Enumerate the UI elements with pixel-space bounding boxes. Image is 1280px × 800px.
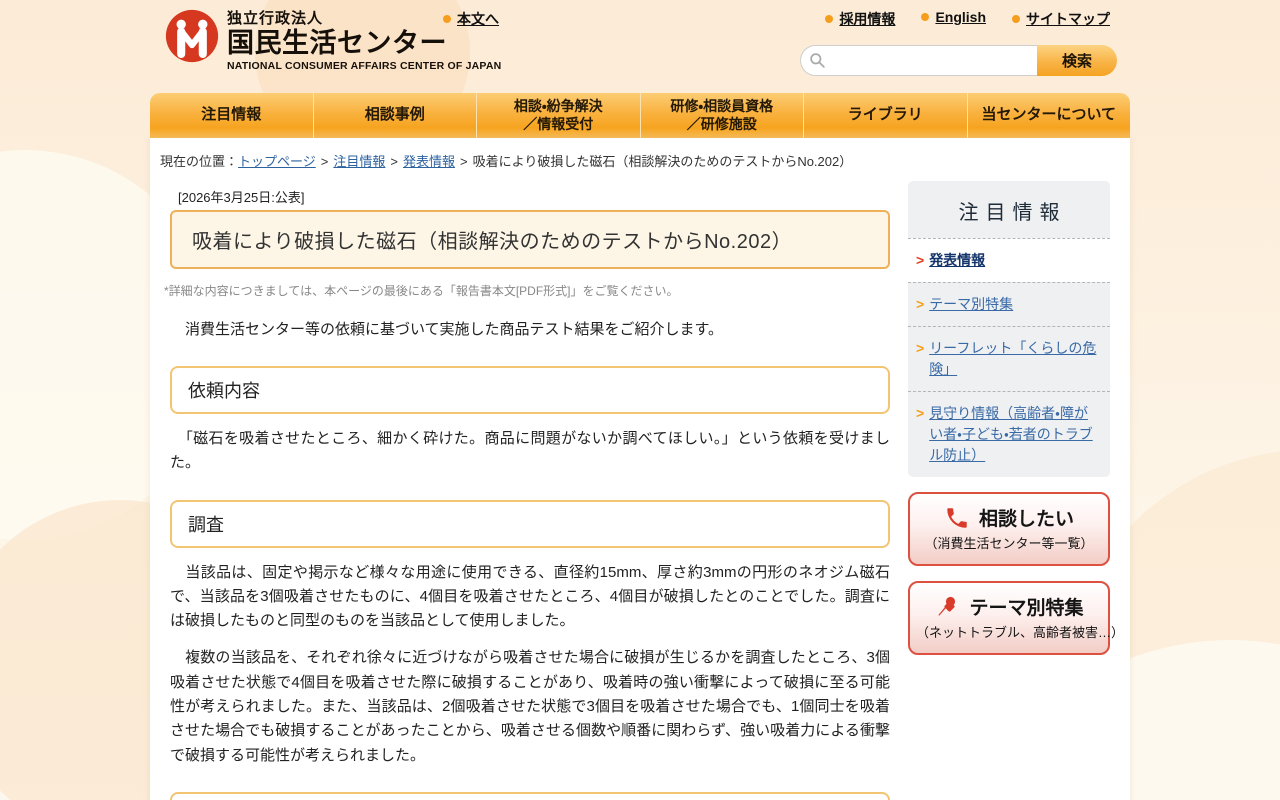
breadcrumb: 現在の位置：トップページ > 注目情報 > 発表情報 > 吸着により破損した磁石（相談解決の… bbox=[160, 154, 853, 169]
pdf-note: *詳細な内容につきましては、本ページの最後にある「報告書本文[PDF形式]」をご… bbox=[164, 284, 679, 298]
nav-item-dispute-resolution[interactable]: 相談・紛争解決 ／情報受付 bbox=[476, 93, 640, 138]
site-header: 独立行政法人 国民生活センター NATIONAL CONSUMER AFFAIR… bbox=[150, 0, 1130, 93]
section-heading-advice: 消費者へのアドバイス bbox=[170, 791, 890, 800]
sidebar-item-announcements[interactable]: > 発表情報 bbox=[908, 238, 1110, 282]
theme-feature-banner[interactable]: テーマ別特集 （ネットトラブル、高齢者被害…） bbox=[908, 581, 1125, 655]
publication-date: [2026年3月25日:公表] bbox=[178, 190, 305, 205]
page-title: 吸着により破損した磁石（相談解決のためのテストからNo.202） bbox=[170, 210, 890, 269]
sidebar-link: リーフレット「くらしの危険」 bbox=[929, 340, 1097, 377]
site-container: 独立行政法人 国民生活センター NATIONAL CONSUMER AFFAIR… bbox=[150, 0, 1130, 800]
recruit-link[interactable]: 採用情報 bbox=[825, 9, 895, 29]
nav-item-about[interactable]: 当センターについて bbox=[966, 93, 1131, 138]
sidebar-item-watch-info[interactable]: > 見守り情報（高齢者・障がい者・子ども・若者のトラブル防止） bbox=[908, 391, 1110, 477]
sidebar-item-leaflet[interactable]: > リーフレット「くらしの危険」 bbox=[908, 326, 1110, 391]
breadcrumb-current: 吸着により破損した磁石（相談解決のためのテストからNo.202） bbox=[472, 154, 853, 169]
search-input[interactable] bbox=[800, 45, 1037, 76]
search-button[interactable]: 検索 bbox=[1037, 45, 1117, 76]
section-paragraph: 複数の当該品を、それぞれ徐々に近づけながら吸着させた場合に破損が生じるかを調査し… bbox=[170, 649, 890, 764]
nav-item-cases[interactable]: 相談事例 bbox=[312, 93, 477, 138]
chevron-right-icon: > bbox=[916, 405, 925, 421]
main-content: [2026年3月25日:公表] 吸着により破損した磁石（相談解決のためのテストか… bbox=[164, 175, 890, 800]
section-advice: 消費者へのアドバイス ネオジム磁石は、粉状の材料を成形し焼結したものであり、強い… bbox=[170, 791, 890, 800]
chevron-right-icon: > bbox=[916, 296, 925, 312]
pushpin-icon bbox=[934, 594, 960, 620]
logo-icon bbox=[165, 9, 219, 63]
breadcrumb-link-announcements[interactable]: 発表情報 bbox=[403, 154, 455, 169]
section-paragraph: 「磁石を吸着させたところ、細かく砕けた。商品に問題がないか調べてほしい。」という… bbox=[170, 430, 890, 472]
nav-item-attention[interactable]: 注目情報 bbox=[150, 93, 313, 138]
sidebar-link: 見守り情報（高齢者・障がい者・子ども・若者のトラブル防止） bbox=[929, 405, 1093, 463]
chevron-right-icon: > bbox=[916, 252, 925, 268]
section-heading-request: 依頼内容 bbox=[170, 366, 890, 414]
chevron-right-icon: > bbox=[916, 340, 925, 356]
intro-paragraph: 消費生活センター等の依頼に基づいて実施した商品テスト結果をご紹介します。 bbox=[170, 321, 724, 338]
sidebar-link: テーマ別特集 bbox=[929, 296, 1014, 312]
sidebar-link: 発表情報 bbox=[929, 252, 986, 268]
orange-bullet-icon bbox=[825, 15, 834, 23]
theme-feature-banner-title: テーマ別特集 bbox=[969, 598, 1084, 619]
consultation-banner-subtitle: （消費生活センター等一覧） bbox=[924, 536, 1094, 551]
orange-bullet-icon bbox=[921, 13, 930, 21]
utility-links: 採用情報 English サイトマップ bbox=[825, 9, 1110, 29]
sitemap-link[interactable]: サイトマップ bbox=[1012, 9, 1110, 29]
org-name-en: NATIONAL CONSUMER AFFAIRS CENTER OF JAPA… bbox=[227, 60, 502, 73]
sidebar: 注目情報 > 発表情報 > テーマ別特集 > リーフレット「くらしの危険」 > … bbox=[908, 181, 1125, 655]
breadcrumb-link-attention[interactable]: 注目情報 bbox=[333, 154, 385, 169]
org-name: 国民生活センター bbox=[227, 27, 447, 58]
section-heading-investigation: 調査 bbox=[170, 499, 890, 548]
theme-feature-banner-subtitle: （ネットトラブル、高齢者被害…） bbox=[916, 625, 1125, 640]
consultation-banner[interactable]: 相談したい （消費生活センター等一覧） bbox=[908, 492, 1110, 566]
nav-item-training[interactable]: 研修・相談員資格 ／研修施設 bbox=[639, 93, 804, 138]
page: 独立行政法人 国民生活センター NATIONAL CONSUMER AFFAIR… bbox=[0, 0, 1280, 800]
orange-bullet-icon bbox=[1012, 15, 1020, 23]
attention-info-box: 注目情報 > 発表情報 > テーマ別特集 > リーフレット「くらしの危険」 > … bbox=[908, 181, 1110, 477]
orange-bullet-icon bbox=[443, 15, 451, 23]
breadcrumb-link-home[interactable]: トップページ bbox=[238, 154, 316, 169]
skip-to-content-link[interactable]: 本文へ bbox=[443, 9, 499, 29]
nav-item-library[interactable]: ライブラリ bbox=[803, 93, 967, 138]
consultation-banner-title: 相談したい bbox=[978, 509, 1074, 530]
section-investigation: 調査 当該品は、固定や掲示など様々な用途に使用できる、直径約15mm、厚さ約3m… bbox=[170, 499, 890, 768]
section-request: 依頼内容 「磁石を吸着させたところ、細かく砕けた。商品に問題がないか調べてほしい… bbox=[170, 366, 890, 476]
english-link[interactable]: English bbox=[921, 9, 986, 29]
sidebar-item-theme-features[interactable]: > テーマ別特集 bbox=[908, 282, 1110, 326]
main-navigation: 注目情報 相談事例 相談・紛争解決 ／情報受付 研修・相談員資格 ／研修施設 ラ… bbox=[150, 93, 1130, 138]
search-bar: 検索 bbox=[800, 45, 1117, 76]
breadcrumb-prefix: 現在の位置： bbox=[160, 154, 239, 169]
phone-icon bbox=[944, 505, 970, 531]
section-paragraph: 当該品は、固定や掲示など様々な用途に使用できる、直径約15mm、厚さ約3mmの円… bbox=[170, 563, 890, 630]
attention-box-title: 注目情報 bbox=[958, 202, 1067, 224]
content-panel: 現在の位置：トップページ > 注目情報 > 発表情報 > 吸着により破損した磁石（相談解決の… bbox=[150, 138, 1130, 800]
